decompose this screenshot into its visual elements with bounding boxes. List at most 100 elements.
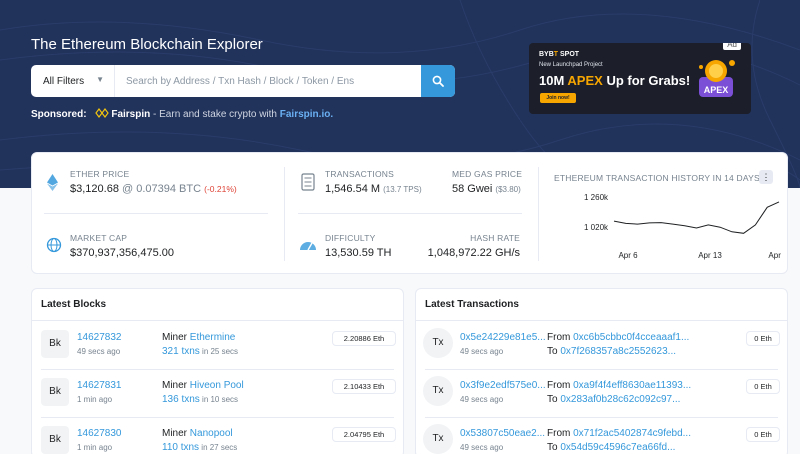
transaction-icon: Tx	[423, 328, 453, 358]
tx-to: To 0x283af0b28c62c092c97...	[547, 394, 681, 405]
tx-age: 49 secs ago	[460, 395, 504, 404]
block-miner: Miner Hiveon Pool	[162, 380, 244, 391]
block-miner: Miner Ethermine	[162, 332, 236, 343]
block-icon: Bk	[41, 378, 69, 406]
block-icon: Bk	[41, 426, 69, 454]
transactions-label: TRANSACTIONS	[325, 169, 394, 179]
ad-join-button[interactable]: Join now!	[540, 93, 576, 103]
miner-link[interactable]: Ethermine	[190, 332, 236, 343]
block-icon: Bk	[41, 330, 69, 358]
transaction-icon: Tx	[423, 376, 453, 406]
block-txns: 321 txns in 25 secs	[162, 346, 239, 357]
transaction-row: Tx 0x53807c50eae2... 49 secs ago From 0x71f…	[416, 418, 787, 454]
transaction-history-chart: 1 260k 1 020k Apr 6 Apr 13 Apr 20	[584, 193, 782, 260]
ether-price-stat: ETHER PRICE $3,120.68 @ 0.07394 BTC (-0.…	[70, 169, 237, 195]
difficulty-label: DIFFICULTY	[325, 233, 376, 243]
divider	[44, 213, 268, 214]
hash-rate-stat: HASH RATE 1,048,972.22 GH/s	[422, 233, 520, 259]
hash-rate-value: 1,048,972.22 GH/s	[427, 247, 520, 259]
gas-price-stat: MED GAS PRICE 58 Gwei ($3.80)	[452, 169, 522, 195]
block-age: 1 min ago	[77, 395, 113, 404]
difficulty-value: 13,530.59 TH	[325, 247, 392, 259]
block-age: 1 min ago	[77, 443, 113, 452]
tx-to: To 0x54d59c4596c7ea66fd...	[547, 442, 676, 453]
speedometer-icon	[299, 237, 317, 256]
hash-rate-label: HASH RATE	[470, 233, 520, 243]
from-address-link[interactable]: 0xc6b5cbbc0f4cceaaaf1...	[573, 332, 689, 343]
x-tick-label: Apr 20	[768, 251, 782, 260]
divider	[538, 167, 539, 261]
ad-headline: 10M APEX Up for Grabs!	[539, 73, 691, 88]
series-line	[613, 201, 780, 234]
block-reward-badge: 2.20886 Eth	[332, 331, 396, 346]
txns-link[interactable]: 136 txns	[162, 394, 200, 405]
block-number-link[interactable]: 14627830	[77, 428, 122, 439]
sponsor-link[interactable]: Fairspin.io.	[280, 109, 333, 120]
from-address-link[interactable]: 0x71f2ac5402874c9febd...	[573, 428, 691, 439]
chart-menu-button[interactable]: ⋮	[759, 170, 773, 184]
tx-from: From 0xa9f4f4eff8630ae11393...	[547, 380, 692, 391]
search-input[interactable]	[116, 65, 421, 97]
block-number-link[interactable]: 14627832	[77, 332, 122, 343]
tx-hash-link[interactable]: 0x5e24229e81e5...	[460, 332, 546, 343]
ether-price-label: ETHER PRICE	[70, 169, 130, 179]
block-row: Bk 14627831 1 min ago Miner Hiveon Pool 136 …	[32, 370, 403, 418]
globe-icon	[46, 237, 62, 258]
sponsor-name[interactable]: Fairspin	[111, 109, 150, 120]
divider	[298, 213, 522, 214]
tx-age: 49 secs ago	[460, 347, 504, 356]
txns-link[interactable]: 321 txns	[162, 346, 200, 357]
latest-transactions-card: Latest Transactions Tx 0x5e24229e81e5... 4…	[415, 288, 788, 454]
miner-link[interactable]: Hiveon Pool	[190, 380, 244, 391]
x-tick-label: Apr 13	[698, 251, 722, 260]
fairspin-logo-icon	[95, 108, 110, 118]
search-bar: All Filters ▼	[31, 65, 455, 97]
y-tick-label: 1 260k	[584, 193, 609, 202]
divider	[284, 167, 285, 261]
gas-price-value[interactable]: 58 Gwei ($3.80)	[452, 183, 521, 195]
ad-brand: BYBT SPOT	[539, 51, 580, 58]
to-address-link[interactable]: 0x7f268357a8c2552623...	[560, 346, 676, 357]
block-row: Bk 14627830 1 min ago Miner Nanopool 110 txn…	[32, 418, 403, 454]
tx-from: From 0xc6b5cbbc0f4cceaaaf1...	[547, 332, 690, 343]
market-cap-label: MARKET CAP	[70, 233, 128, 243]
transaction-row: Tx 0x3f9e2edf575e0... 49 secs ago From 0xa9…	[416, 370, 787, 418]
ad-banner[interactable]: Ad BYBT SPOT New Launchpad Project 10M A…	[529, 43, 751, 114]
tx-value-badge: 0 Eth	[746, 331, 780, 346]
sponsored-line: Sponsored: Fairspin - Earn and stake cry…	[31, 108, 333, 120]
tx-from: From 0x71f2ac5402874c9febd...	[547, 428, 691, 439]
to-address-link[interactable]: 0x283af0b28c62c092c97...	[560, 394, 680, 405]
block-number-link[interactable]: 14627831	[77, 380, 122, 391]
svg-text:APEX: APEX	[704, 85, 729, 95]
ether-price-value[interactable]: $3,120.68 @ 0.07394 BTC (-0.21%)	[70, 183, 237, 195]
tx-value-badge: 0 Eth	[746, 427, 780, 442]
search-button[interactable]	[421, 65, 455, 97]
transaction-icon: Tx	[423, 424, 453, 454]
miner-link[interactable]: Nanopool	[190, 428, 233, 439]
to-address-link[interactable]: 0x54d59c4596c7ea66fd...	[560, 442, 675, 453]
ad-subtitle: New Launchpad Project	[539, 62, 603, 68]
difficulty-stat: DIFFICULTY 13,530.59 TH	[325, 233, 391, 259]
tx-to: To 0x7f268357a8c2552623...	[547, 346, 677, 357]
transactions-value[interactable]: 1,546.54 M (13.7 TPS)	[325, 183, 422, 195]
tx-hash-link[interactable]: 0x3f9e2edf575e0...	[460, 380, 546, 391]
search-icon	[432, 75, 444, 87]
sponsored-label: Sponsored:	[31, 109, 87, 120]
y-tick-label: 1 020k	[584, 223, 609, 232]
ad-tag: Ad	[723, 43, 741, 50]
sponsor-text: - Earn and stake crypto with	[150, 109, 280, 120]
latest-blocks-title: Latest Blocks	[32, 289, 403, 321]
x-tick-label: Apr 6	[618, 251, 638, 260]
txns-link[interactable]: 110 txns	[162, 442, 199, 453]
server-icon	[301, 173, 315, 196]
filter-dropdown[interactable]: All Filters ▼	[31, 65, 115, 97]
transaction-row: Tx 0x5e24229e81e5... 49 secs ago From 0xc6b…	[416, 322, 787, 370]
from-address-link[interactable]: 0xa9f4f4eff8630ae11393...	[573, 380, 691, 391]
tx-hash-link[interactable]: 0x53807c50eae2...	[460, 428, 545, 439]
chevron-down-icon: ▼	[96, 75, 104, 84]
block-txns: 136 txns in 10 secs	[162, 394, 239, 405]
market-cap-stat: MARKET CAP $370,937,356,475.00	[70, 233, 174, 259]
market-cap-value: $370,937,356,475.00	[70, 247, 174, 259]
block-reward-badge: 2.10433 Eth	[332, 379, 396, 394]
tx-value-badge: 0 Eth	[746, 379, 780, 394]
